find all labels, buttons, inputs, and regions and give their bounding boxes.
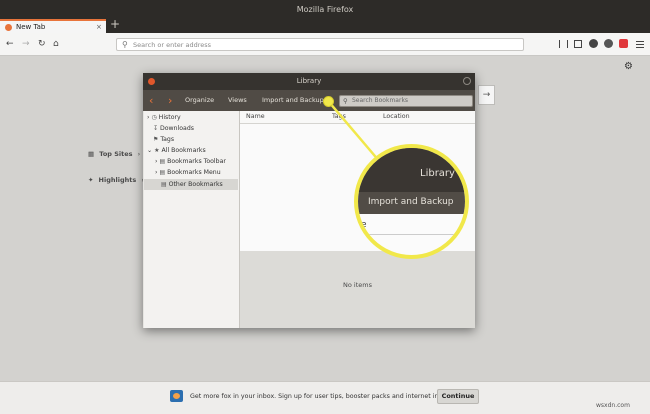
newsletter-banner: Get more fox in your inbox. Sign up for … — [0, 381, 650, 414]
callout-dot — [323, 96, 334, 107]
watermark: wsxdn.com — [596, 402, 630, 409]
zoom-name-fragment: e — [361, 220, 367, 230]
banner-text: Get more fox in your inbox. Sign up for … — [190, 393, 449, 400]
zoom-callout: Library Import and Backup e — [354, 144, 469, 259]
fox-icon — [173, 393, 180, 399]
mail-fox-icon — [170, 390, 183, 402]
zoom-import-backup-label: Import and Backup — [368, 197, 454, 207]
zoom-library-title: Library — [420, 168, 455, 179]
callout-line — [328, 101, 381, 163]
continue-button[interactable]: Continue — [437, 389, 479, 404]
zoom-divider — [358, 234, 465, 235]
